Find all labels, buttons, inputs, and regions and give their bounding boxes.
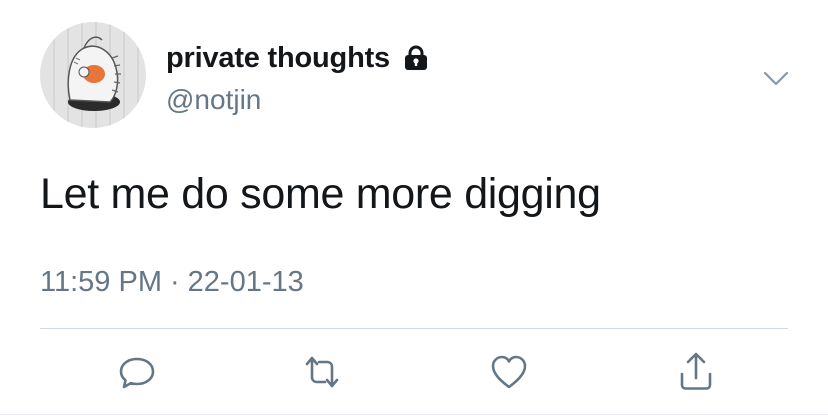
tweet-date: 22-01-13 bbox=[187, 266, 304, 298]
share-icon bbox=[676, 351, 716, 398]
display-name[interactable]: private thoughts bbox=[166, 42, 390, 75]
heart-icon bbox=[489, 353, 529, 396]
share-button[interactable] bbox=[672, 350, 720, 398]
meta-separator: · bbox=[169, 266, 180, 298]
avatar[interactable] bbox=[40, 22, 146, 128]
divider bbox=[40, 328, 788, 329]
retweet-icon bbox=[301, 352, 343, 397]
tweet-time: 11:59 PM bbox=[40, 266, 162, 298]
reply-icon bbox=[117, 352, 157, 397]
reply-button[interactable] bbox=[113, 350, 161, 398]
retweet-button[interactable] bbox=[298, 350, 346, 398]
tweet-timestamp: 11:59 PM · 22-01-13 bbox=[40, 266, 304, 299]
handle[interactable]: @notjin bbox=[166, 84, 261, 116]
chevron-down-icon[interactable] bbox=[762, 66, 790, 90]
bottom-divider bbox=[0, 414, 828, 415]
lock-icon bbox=[404, 45, 428, 71]
action-bar bbox=[0, 350, 828, 398]
display-name-row[interactable]: private thoughts bbox=[166, 40, 428, 76]
tweet-text: Let me do some more digging bbox=[40, 170, 601, 218]
like-button[interactable] bbox=[485, 350, 533, 398]
